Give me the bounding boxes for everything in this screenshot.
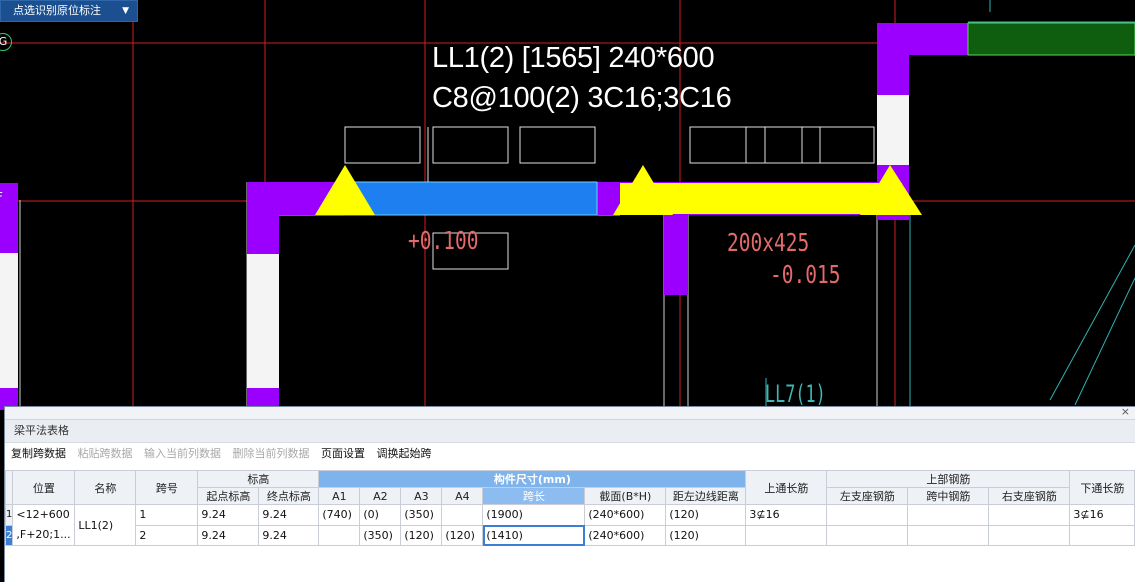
page-setup-button[interactable]: 页面设置 xyxy=(321,447,365,460)
header-mid-span: 跨中钢筋 xyxy=(907,487,990,505)
cell-left-support[interactable] xyxy=(826,524,909,546)
panel-title: 梁平法表格 xyxy=(5,420,1135,443)
paste-span-button[interactable]: 粘贴跨数据 xyxy=(78,447,133,460)
cell-left-support[interactable] xyxy=(826,504,909,526)
swap-start-span-button[interactable]: 调换起始跨 xyxy=(377,447,432,460)
header-end-elev: 终点标高 xyxy=(258,487,320,505)
row-number[interactable]: 2 xyxy=(4,524,14,546)
panel-top-strip: × xyxy=(5,405,1135,420)
cell-end-elev[interactable]: 9.24 xyxy=(258,504,320,526)
elevation-text: +0.100 xyxy=(408,226,479,255)
header-section: 截面(B*H) xyxy=(584,487,667,505)
cell-section[interactable]: (240*600) xyxy=(584,504,667,526)
cell-start-elev[interactable]: 9.24 xyxy=(197,504,260,526)
cell-a3[interactable]: (350) xyxy=(400,504,443,526)
input-column-button[interactable]: 输入当前列数据 xyxy=(144,447,221,460)
header-right-support: 右支座钢筋 xyxy=(988,487,1071,505)
header-name: 名称 xyxy=(74,470,137,505)
copy-span-button[interactable]: 复制跨数据 xyxy=(11,447,66,460)
cell-span-length[interactable]: (1410) xyxy=(482,524,586,546)
cell-section[interactable]: (240*600) xyxy=(584,524,667,546)
header-position: 位置 xyxy=(12,470,76,505)
header-span-no: 跨号 xyxy=(135,470,199,505)
cell-a2[interactable]: (0) xyxy=(359,504,402,526)
close-icon[interactable]: × xyxy=(1121,405,1130,418)
cell-span-length[interactable]: (1900) xyxy=(482,504,586,526)
beam-table: 位置 名称 跨号 标高 构件尺寸(mm) 上通长筋 上部钢筋 下通长筋 起点标高… xyxy=(4,470,1135,546)
cell-edge-distance[interactable]: (120) xyxy=(665,504,747,526)
green-beam xyxy=(967,22,1135,56)
selected-beam-span-1[interactable] xyxy=(344,181,598,216)
header-start-elev: 起点标高 xyxy=(197,487,260,505)
cell-a2[interactable]: (350) xyxy=(359,524,402,546)
header-top-through: 上通长筋 xyxy=(745,470,828,505)
cell-span[interactable]: 1 xyxy=(135,504,199,526)
header-span-length: 跨长 xyxy=(482,487,586,505)
cell-top-through[interactable] xyxy=(745,524,828,546)
row-number[interactable]: 1 xyxy=(4,504,14,526)
cell-bottom-through[interactable]: 3⊈16 xyxy=(1069,504,1135,526)
header-a4: A4 xyxy=(441,487,484,505)
axis-mark-f: F xyxy=(0,190,3,204)
header-left-support: 左支座钢筋 xyxy=(826,487,909,505)
header-edge-distance: 距左边线距离 xyxy=(665,487,747,505)
mode-label: 点选识别原位标注 xyxy=(13,4,101,17)
cell-edge-distance[interactable]: (120) xyxy=(665,524,747,546)
cell-a1[interactable]: (740) xyxy=(318,504,361,526)
cell-end-elev[interactable]: 9.24 xyxy=(258,524,320,546)
cell-span[interactable]: 2 xyxy=(135,524,199,546)
cell-mid-span[interactable] xyxy=(907,524,990,546)
panel-toolbar: 复制跨数据 粘贴跨数据 输入当前列数据 删除当前列数据 页面设置 调换起始跨 xyxy=(5,443,1135,465)
beam-label-line1: LL1(2) [1565] 240*600 xyxy=(432,42,715,74)
cell-position-line2: ,F+20;1... xyxy=(16,528,71,541)
chevron-down-icon: ▼ xyxy=(122,6,129,16)
header-dims-group: 构件尺寸(mm) xyxy=(318,470,747,488)
wall-outlines xyxy=(19,182,878,410)
beam-table-panel: × 梁平法表格 复制跨数据 粘贴跨数据 输入当前列数据 删除当前列数据 页面设置… xyxy=(4,405,1135,582)
header-a3: A3 xyxy=(400,487,443,505)
cell-a4[interactable] xyxy=(441,504,484,526)
cell-right-support[interactable] xyxy=(988,504,1071,526)
cell-a1[interactable] xyxy=(318,524,361,546)
header-a1: A1 xyxy=(318,487,361,505)
cell-top-through[interactable]: 3⊈16 xyxy=(745,504,828,526)
cell-a4[interactable]: (120) xyxy=(441,524,484,546)
header-top-rebar-group: 上部钢筋 xyxy=(826,470,1071,488)
beam-ref-text: LL7(1) xyxy=(765,380,826,408)
cell-position[interactable]: <12+600 ,F+20;1... xyxy=(12,504,76,546)
cell-position-line1: <12+600 xyxy=(16,508,70,521)
header-a2: A2 xyxy=(359,487,402,505)
table-row[interactable]: 2 2 9.24 9.24 (350) (120) (120) (1410) (… xyxy=(4,524,1135,546)
section-text: 200x425 xyxy=(727,228,810,257)
delete-column-button[interactable]: 删除当前列数据 xyxy=(233,447,310,460)
cell-start-elev[interactable]: 9.24 xyxy=(197,524,260,546)
cell-mid-span[interactable] xyxy=(907,504,990,526)
cell-right-support[interactable] xyxy=(988,524,1071,546)
header-elevation-group: 标高 xyxy=(197,470,320,488)
table-row[interactable]: 1 <12+600 ,F+20;1... LL1(2) 1 9.24 9.24 … xyxy=(4,504,1135,546)
cell-a3[interactable]: (120) xyxy=(400,524,443,546)
cell-name[interactable]: LL1(2) xyxy=(74,504,137,546)
beam-label-line2: C8@100(2) 3C16;3C16 xyxy=(432,82,732,114)
cell-bottom-through[interactable] xyxy=(1069,524,1135,546)
recognition-mode-dropdown[interactable]: 点选识别原位标注 ▼ xyxy=(0,0,138,22)
offset-text: -0.015 xyxy=(770,260,841,289)
row-number-header xyxy=(4,470,14,505)
header-bottom-through: 下通长筋 xyxy=(1069,470,1135,505)
